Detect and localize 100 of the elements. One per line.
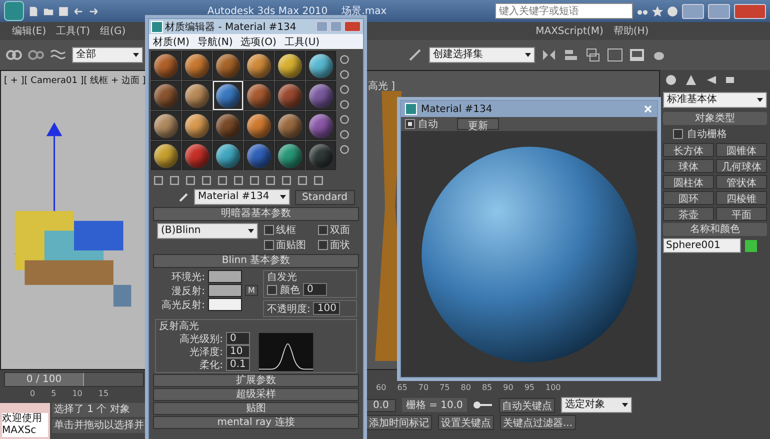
tool-icon[interactable] (339, 69, 350, 80)
color-swatch[interactable] (208, 284, 242, 297)
map-button[interactable]: M (245, 285, 258, 296)
menu-item[interactable]: MAXScript(M) (536, 26, 604, 36)
curve-editor-icon[interactable] (607, 47, 623, 63)
color-swatch[interactable] (208, 298, 242, 311)
menu-item[interactable]: 编辑(E) (12, 24, 46, 38)
tool-icon[interactable] (281, 174, 292, 186)
shader-dropdown[interactable]: (B)Blinn (157, 223, 258, 239)
close-icon[interactable] (643, 104, 653, 114)
tool-icon[interactable] (339, 144, 350, 155)
rollout-header[interactable]: mental ray 连接 (153, 416, 359, 429)
object-button[interactable]: 长方体 (663, 143, 714, 157)
key-filters-button[interactable]: 关键点过滤器... (500, 415, 576, 430)
tool-icon[interactable] (265, 174, 276, 186)
tool-icon[interactable] (201, 174, 212, 186)
tool-icon[interactable] (217, 174, 228, 186)
material-name-field[interactable]: Material #134 (194, 189, 290, 205)
pencil-icon[interactable] (407, 47, 423, 63)
eyedropper-icon[interactable] (179, 192, 189, 202)
object-button[interactable]: 平面 (716, 207, 767, 221)
redo-icon[interactable] (88, 6, 99, 16)
rollout-header[interactable]: 贴图 (153, 402, 359, 415)
tool-icon[interactable] (249, 174, 260, 186)
tool-icon[interactable] (339, 99, 350, 110)
named-selection-dropdown[interactable]: 创建选择集 (429, 47, 535, 63)
link-icon[interactable] (6, 47, 22, 63)
coordinate-field[interactable]: 0.0 (366, 398, 396, 412)
menu-item[interactable]: 导航(N) (197, 34, 233, 48)
minimize-button[interactable] (682, 4, 704, 18)
mirror-icon[interactable] (541, 47, 557, 63)
add-time-tag-button[interactable]: 添加时间标记 (366, 415, 432, 430)
menu-item[interactable]: 帮助(H) (613, 24, 649, 38)
checkbox[interactable] (673, 129, 683, 139)
tool-icon[interactable] (233, 174, 244, 186)
sphere-icon[interactable] (665, 74, 677, 86)
object-button[interactable]: 圆环 (663, 191, 714, 205)
maxscript-listener[interactable]: 欢迎使用 MAXSc (2, 413, 48, 437)
align-icon[interactable] (563, 47, 579, 63)
menu-item[interactable]: 组(G) (100, 24, 126, 38)
layers-icon[interactable] (585, 47, 601, 63)
spinner-field[interactable]: 0 (303, 283, 327, 296)
time-slider-track[interactable]: 0 / 100 (4, 372, 144, 387)
new-file-icon[interactable] (28, 6, 39, 16)
menu-item[interactable]: 工具(U) (284, 34, 320, 48)
checkbox[interactable] (264, 225, 274, 235)
checkbox[interactable] (267, 284, 277, 294)
tool-icon[interactable] (153, 174, 164, 186)
object-button[interactable]: 圆柱体 (663, 175, 714, 189)
object-button[interactable]: 几何球体 (716, 159, 767, 173)
tool-icon[interactable] (339, 84, 350, 95)
save-icon[interactable] (58, 6, 69, 16)
close-button[interactable] (344, 21, 361, 32)
key-icon[interactable] (472, 400, 493, 410)
rollout-header[interactable]: 扩展参数 (153, 374, 359, 387)
object-button[interactable]: 管状体 (716, 175, 767, 189)
viewport-label[interactable]: 高光 ] (368, 79, 396, 93)
menu-item[interactable]: 选项(O) (240, 34, 276, 48)
spinner-field[interactable]: 0.1 (226, 358, 250, 371)
viewport[interactable]: [ + ][ Camera01 ][ 线框 + 边面 ] (0, 70, 148, 370)
close-button[interactable] (734, 4, 766, 18)
object-button[interactable]: 圆锥体 (716, 143, 767, 157)
tool-icon[interactable] (339, 114, 350, 125)
selection-filter-dropdown[interactable]: 全部 (72, 47, 143, 63)
spinner-field[interactable]: 100 (313, 302, 340, 315)
tool-icon[interactable] (339, 129, 350, 140)
app-logo-icon[interactable] (4, 1, 24, 21)
tool-icon[interactable] (313, 174, 324, 186)
rollout-header[interactable]: 明暗器基本参数 (153, 207, 359, 221)
key-mode-dropdown[interactable]: 选定对象 (560, 397, 632, 413)
maximize-button[interactable] (708, 4, 730, 18)
star-icon[interactable] (652, 6, 663, 16)
material-type-button[interactable]: Standard (295, 190, 354, 204)
checkbox[interactable] (264, 240, 274, 250)
shapes-icon[interactable] (685, 74, 697, 86)
checkbox[interactable] (318, 225, 328, 235)
spinner-field[interactable]: 10 (226, 345, 250, 358)
tool-icon[interactable] (169, 174, 180, 186)
spinner-field[interactable]: 0 (226, 332, 250, 345)
auto-key-button[interactable]: 自动关键点 (498, 398, 555, 412)
menu-item[interactable]: 材质(M) (153, 34, 190, 48)
tool-icon[interactable] (185, 174, 196, 186)
time-slider-thumb[interactable]: 0 / 100 (5, 373, 84, 386)
rollout-header[interactable]: 对象类型 (663, 112, 767, 125)
checkbox[interactable] (318, 240, 328, 250)
object-button[interactable]: 球体 (663, 159, 714, 173)
category-dropdown[interactable]: 标准基本体 (663, 92, 767, 108)
search-field[interactable]: 键入关键字或短语 (495, 3, 633, 19)
set-key-button[interactable]: 设置关键点 (438, 415, 494, 430)
render-setup-icon[interactable] (629, 47, 645, 63)
color-swatch[interactable] (208, 270, 242, 283)
rollout-header[interactable]: 名称和颜色 (663, 223, 767, 236)
rollout-header[interactable]: Blinn 基本参数 (153, 254, 359, 268)
tool-icon[interactable] (297, 174, 308, 186)
viewport-label[interactable]: [ + ][ Camera01 ][ 线框 + 边面 ] (4, 74, 146, 87)
rollout-header[interactable]: 超级采样 (153, 388, 359, 401)
unlink-icon[interactable] (28, 47, 44, 63)
menu-item[interactable]: 工具(T) (56, 24, 90, 38)
name-field[interactable]: Sphere001 (663, 238, 741, 253)
object-button[interactable]: 茶壶 (663, 207, 714, 221)
